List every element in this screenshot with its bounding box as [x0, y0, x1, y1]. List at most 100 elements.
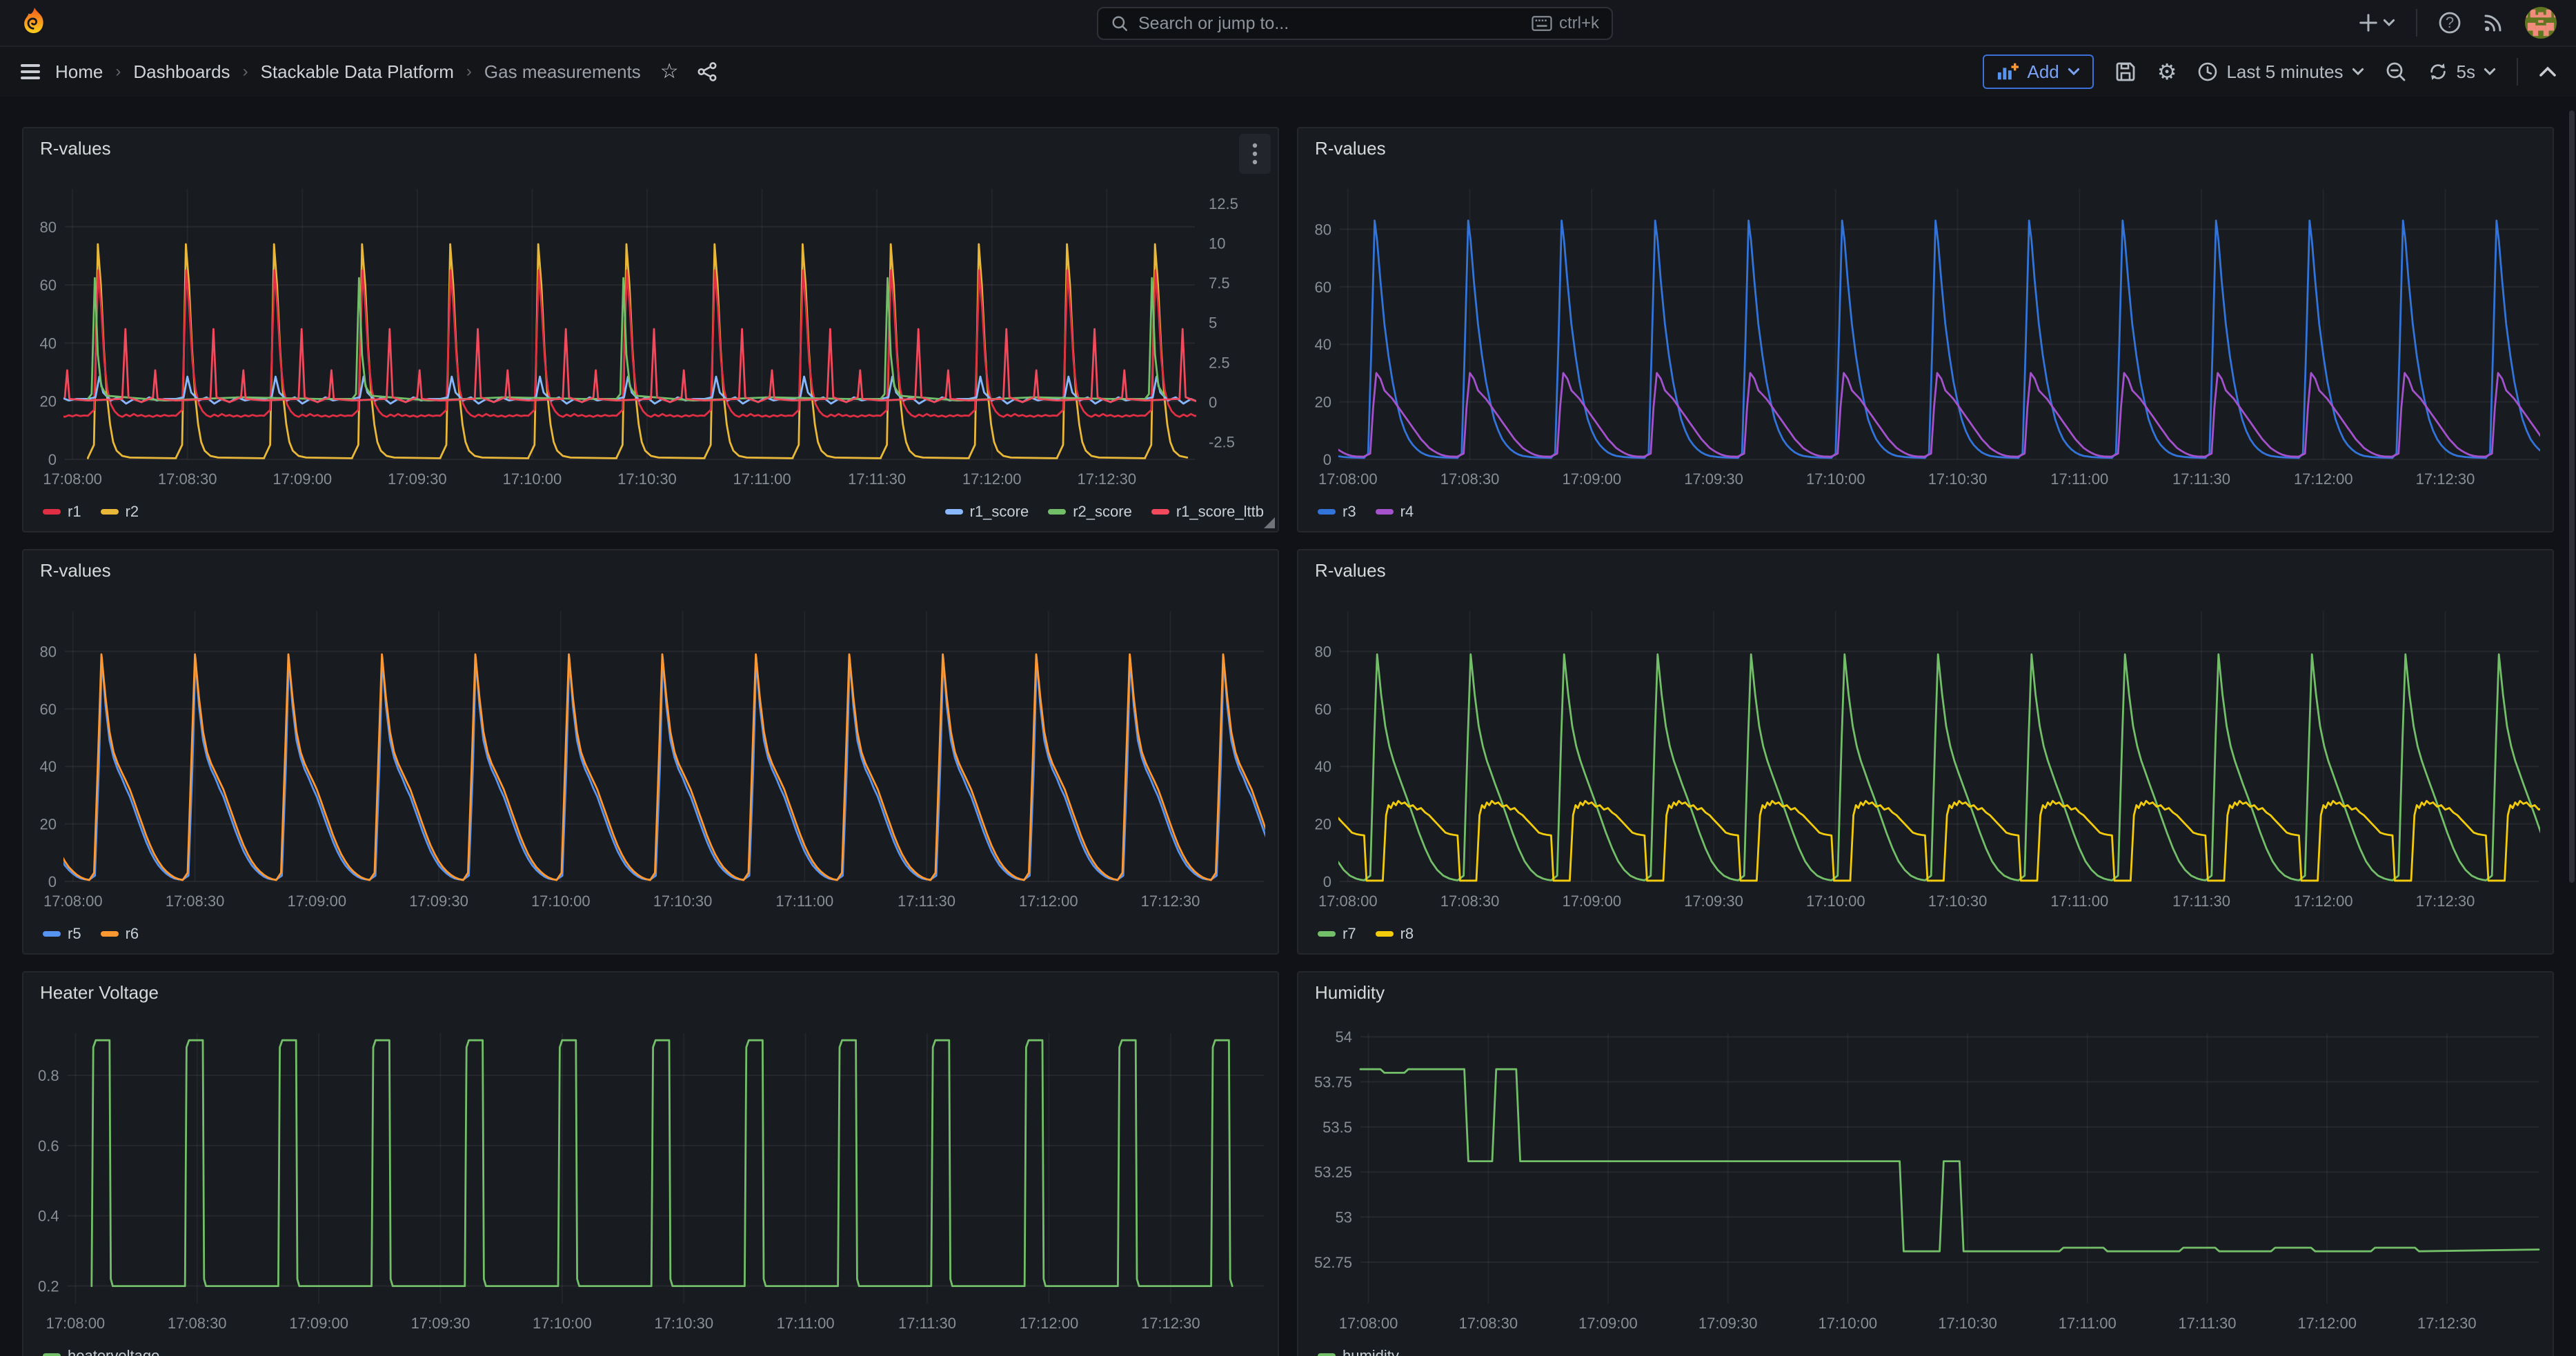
x-axis-tick-label: 17:11:00 [733, 470, 791, 488]
zoom-out-button[interactable] [2385, 61, 2407, 83]
chart-area[interactable]: 020406080-2.502.557.51012.517:08:0017:08… [32, 170, 1269, 495]
chart-area[interactable]: 02040608017:08:0017:08:3017:09:0017:09:3… [1307, 592, 2544, 917]
dashboard-quick-actions: ☆ [660, 61, 717, 82]
x-axis-tick-label: 17:09:30 [411, 1315, 470, 1332]
series-line-r8 [1336, 801, 2543, 881]
legend-item-r8[interactable]: r8 [1376, 925, 1414, 943]
dashboard-settings-button[interactable]: ⚙ [2157, 61, 2177, 83]
scrollbar-thumb[interactable] [2569, 110, 2575, 883]
chart-svg: 020406080-2.502.557.51012.517:08:0017:08… [32, 170, 1272, 495]
add-panel-button[interactable]: Add [1983, 54, 2093, 89]
help-button[interactable]: ? [2438, 11, 2461, 34]
series-line-heatervoltage [92, 1040, 1232, 1286]
panel-menu-button[interactable] [1239, 134, 1271, 174]
y-axis-tick-label: 20 [40, 816, 57, 833]
x-axis-tick-label: 17:12:30 [1141, 893, 1200, 910]
legend-item-r2[interactable]: r2 [101, 503, 139, 521]
x-axis-tick-label: 17:09:30 [1698, 1315, 1758, 1332]
y-axis-tick-label: 80 [1315, 221, 1331, 238]
chevron-up-icon [2539, 66, 2557, 78]
plus-icon [2358, 12, 2379, 33]
chart-area[interactable]: 02040608017:08:0017:08:3017:09:0017:09:3… [32, 592, 1269, 917]
x-axis-tick-label: 17:11:00 [2059, 1315, 2117, 1332]
legend-item-r2_score[interactable]: r2_score [1048, 503, 1132, 521]
panel-title[interactable]: R-values [1315, 138, 1386, 159]
legend-item-r7[interactable]: r7 [1318, 925, 1356, 943]
kebab-icon [1252, 143, 1258, 165]
series-line-r7 [1338, 655, 2541, 881]
x-axis-tick-label: 17:10:00 [1806, 470, 1865, 488]
save-dashboard-button[interactable] [2114, 61, 2137, 83]
series-group [1336, 221, 2543, 458]
x-axis-tick-label: 17:11:00 [777, 1315, 835, 1332]
legend-item-r6[interactable]: r6 [101, 925, 139, 943]
panel-title[interactable]: R-values [40, 560, 111, 581]
refresh-picker[interactable]: 5s [2428, 61, 2496, 83]
toolbar-right-actions: Add ⚙ Last 5 minutes [1983, 54, 2557, 89]
news-button[interactable] [2482, 12, 2504, 34]
legend-item-r1[interactable]: r1 [43, 503, 81, 521]
y-axis-tick-label: 60 [40, 277, 57, 294]
series-line-r2 [88, 244, 1187, 458]
panel-resize-handle[interactable] [1264, 517, 1275, 528]
legend-label: humidity [1343, 1347, 1399, 1356]
breadcrumb-folder[interactable]: Stackable Data Platform [261, 61, 454, 83]
x-axis-tick-label: 17:11:30 [2178, 1315, 2236, 1332]
gear-icon: ⚙ [2157, 61, 2177, 83]
panel-legend: humidity [1318, 1342, 2539, 1356]
time-range-picker[interactable]: Last 5 minutes [2197, 61, 2364, 83]
share-icon [697, 61, 717, 82]
avatar-image [2525, 7, 2557, 39]
y-axis-right-tick-label: 2.5 [1209, 354, 1230, 371]
y-axis-tick-label: 53 [1336, 1209, 1352, 1226]
breadcrumb-separator: › [243, 62, 248, 81]
panel-title[interactable]: Heater Voltage [40, 982, 159, 1004]
legend-item-r3[interactable]: r3 [1318, 503, 1356, 521]
chart-area[interactable]: 52.755353.2553.553.755417:08:0017:08:301… [1307, 1014, 2544, 1339]
series-line-r3 [1336, 221, 2543, 458]
legend-label: r3 [1343, 503, 1356, 521]
chart-area[interactable]: 0.20.40.60.817:08:0017:08:3017:09:0017:0… [32, 1014, 1269, 1339]
y-axis-tick-label: 40 [1315, 336, 1331, 353]
y-axis-tick-label: 80 [1315, 643, 1331, 660]
panel-humidity-5: Humidity 52.755353.2553.553.755417:08:001… [1297, 971, 2554, 1356]
x-axis-tick-label: 17:08:30 [168, 1315, 227, 1332]
search-box[interactable]: Search or jump to... ctrl+k [1097, 7, 1613, 40]
panel-title[interactable]: R-values [1315, 560, 1386, 581]
x-axis-tick-label: 17:11:30 [2172, 470, 2230, 488]
legend-group: r7 r8 [1318, 925, 1414, 943]
grafana-logo-icon[interactable] [19, 6, 51, 40]
y-axis-tick-label: 0.4 [38, 1208, 59, 1225]
panel-title[interactable]: R-values [40, 138, 111, 159]
y-axis-tick-label: 53.75 [1314, 1074, 1352, 1091]
x-axis-tick-label: 17:12:30 [2416, 470, 2475, 488]
breadcrumb-dashboards[interactable]: Dashboards [133, 61, 230, 83]
legend-label: heatervoltage [68, 1347, 159, 1356]
breadcrumb-home[interactable]: Home [55, 61, 103, 83]
legend-item-r5[interactable]: r5 [43, 925, 81, 943]
collapse-toolbar-button[interactable] [2539, 66, 2557, 78]
x-axis-tick-label: 17:11:30 [2172, 893, 2230, 910]
dashboard-grid: R-values020406080-2.502.557.51012.517:08… [0, 97, 2576, 1356]
x-axis-tick-label: 17:11:30 [898, 1315, 956, 1332]
mega-menu-button[interactable] [19, 62, 41, 81]
y-axis-tick-label: 0 [1323, 873, 1331, 890]
x-axis-tick-label: 17:12:00 [1020, 1315, 1079, 1332]
legend-item-r1_score_lttb[interactable]: r1_score_lttb [1151, 503, 1264, 521]
chart-area[interactable]: 02040608017:08:0017:08:3017:09:0017:09:3… [1307, 170, 2544, 495]
favorite-button[interactable]: ☆ [660, 61, 679, 82]
panel-title[interactable]: Humidity [1315, 982, 1385, 1004]
y-axis-right-tick-label: 10 [1209, 235, 1225, 252]
user-avatar[interactable] [2525, 7, 2557, 39]
panel-r-values-0: R-values020406080-2.502.557.51012.517:08… [22, 127, 1279, 532]
legend-item-r4[interactable]: r4 [1376, 503, 1414, 521]
new-button[interactable] [2358, 12, 2395, 33]
rss-icon [2482, 12, 2504, 34]
y-axis-right-tick-label: 0 [1209, 394, 1217, 411]
legend-item-heatervoltage[interactable]: heatervoltage [43, 1347, 159, 1356]
legend-label: r8 [1400, 925, 1414, 943]
share-button[interactable] [697, 61, 717, 82]
legend-item-r1_score[interactable]: r1_score [945, 503, 1029, 521]
legend-item-humidity[interactable]: humidity [1318, 1347, 1399, 1356]
search-icon [1111, 14, 1129, 32]
